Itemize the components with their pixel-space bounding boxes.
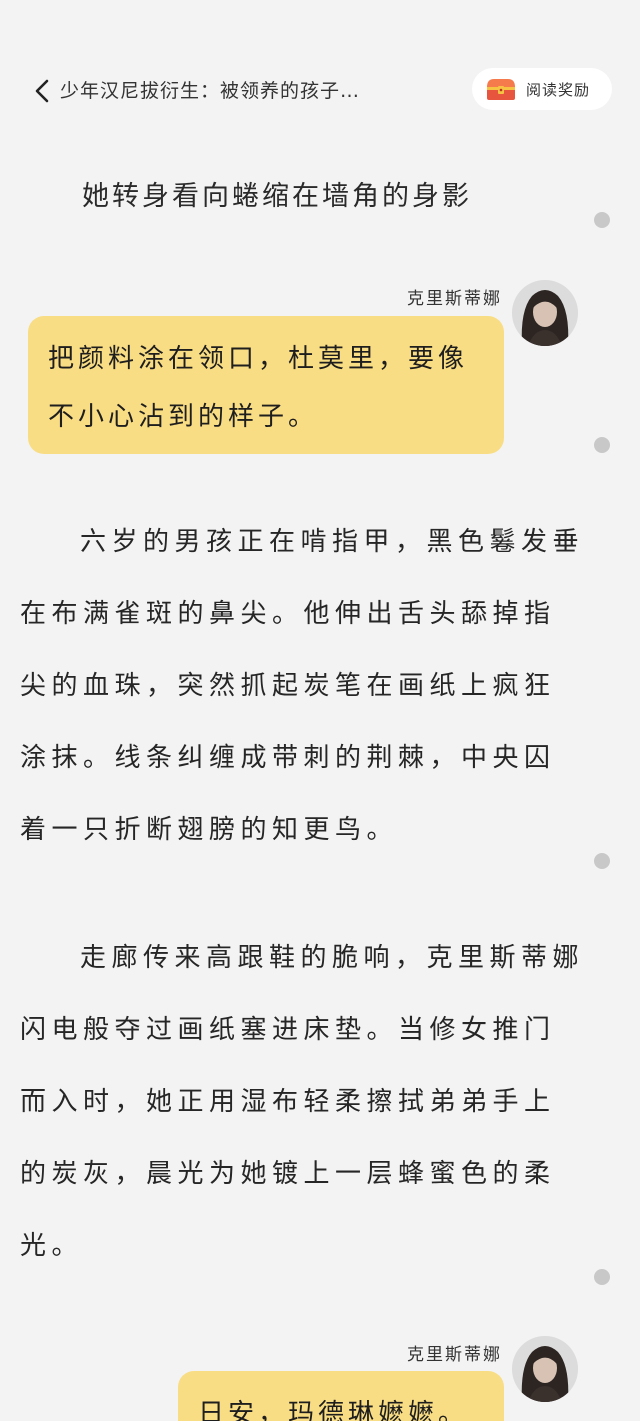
top-bar: 少年汉尼拔衍生：被领养的孩子… 阅读奖励 — [0, 64, 640, 116]
speaker-name: 克里斯蒂娜 — [407, 1345, 502, 1365]
speaker-name: 克里斯蒂娜 — [407, 289, 502, 309]
narration-paragraph: 六岁的男孩正在啃指甲，黑色鬈发垂在布满雀斑的鼻尖。他伸出舌头舔掉指尖的血珠，突然… — [20, 527, 585, 845]
dialogue-bubble: 日安，玛德琳嬷嬷。 — [178, 1371, 504, 1421]
comment-dot[interactable] — [594, 1269, 610, 1285]
book-title[interactable]: 少年汉尼拔衍生：被领养的孩子… — [60, 76, 360, 103]
narration-paragraph: 走廊传来高跟鞋的脆响，克里斯蒂娜闪电般夺过画纸塞进床垫。当修女推门而入时，她正用… — [20, 943, 585, 1261]
comment-dot[interactable] — [594, 437, 610, 453]
dialogue-bubble: 把颜料涂在领口，杜莫里，要像不小心沾到的样子。 — [28, 316, 504, 454]
avatar[interactable] — [512, 280, 578, 346]
comment-dot[interactable] — [594, 212, 610, 228]
reading-reward-label: 阅读奖励 — [526, 80, 591, 99]
treasure-chest-icon — [487, 79, 515, 100]
avatar[interactable] — [512, 1336, 578, 1402]
narration-line: 她转身看向蜷缩在墙角的身影 — [82, 181, 472, 212]
dialogue-text: 把颜料涂在领口，杜莫里，要像不小心沾到的样子。 — [48, 344, 469, 432]
back-icon[interactable] — [32, 78, 54, 104]
comment-dot[interactable] — [594, 853, 610, 869]
reading-reward-button[interactable]: 阅读奖励 — [472, 68, 612, 110]
dialogue-text: 日安，玛德琳嬷嬷。 — [198, 1399, 469, 1421]
